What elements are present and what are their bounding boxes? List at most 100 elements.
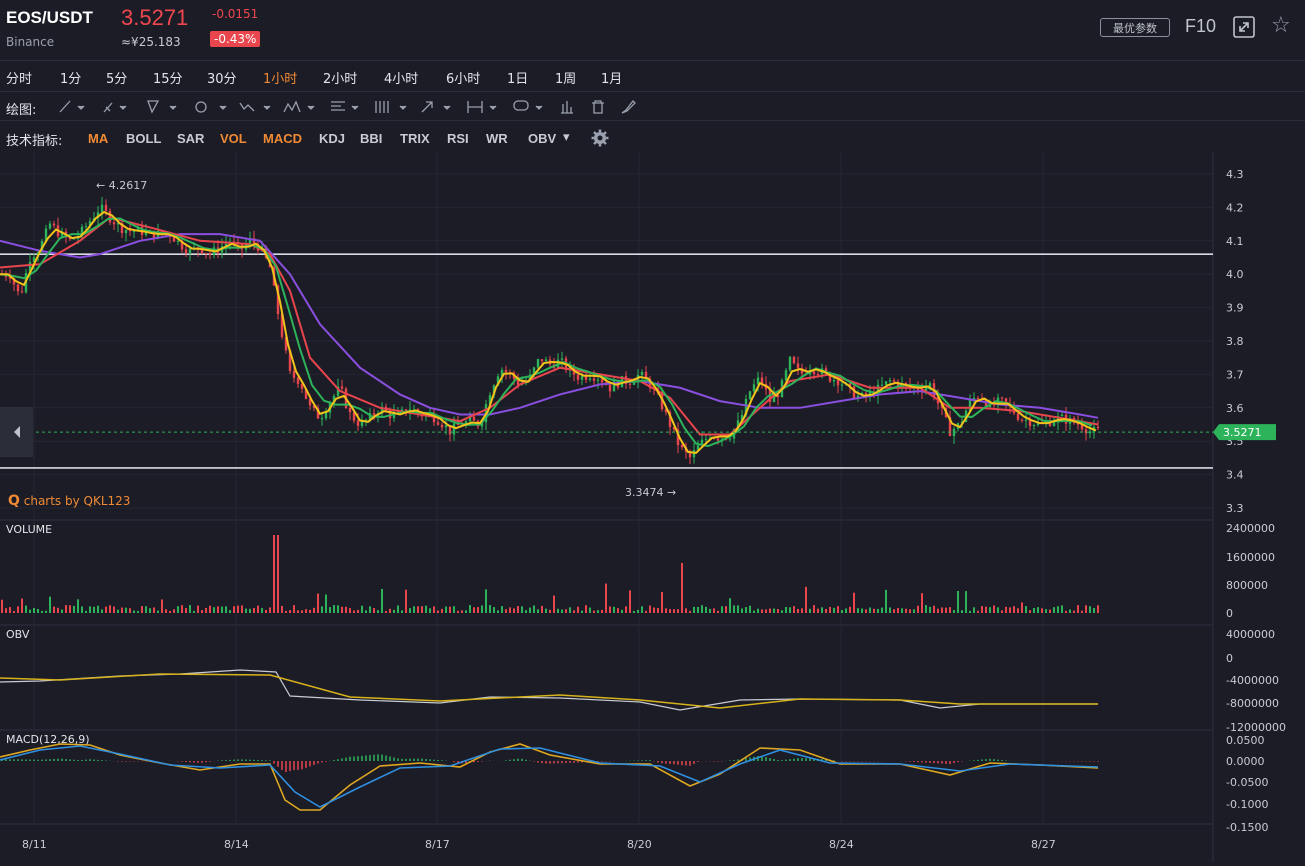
volume-bar (89, 606, 91, 613)
volume-bar (165, 609, 167, 613)
volume-bar (1013, 606, 1015, 613)
tab-timeframe-6h[interactable]: 6小时 (446, 68, 480, 87)
expand-icon[interactable] (1233, 16, 1255, 38)
indicator-rsi[interactable]: RSI (447, 131, 469, 146)
tab-timeframe-fenshi[interactable]: 分时 (6, 68, 32, 87)
volume-bar (93, 606, 95, 613)
tab-timeframe-15m[interactable]: 15分 (153, 68, 183, 87)
tab-timeframe-5m[interactable]: 5分 (106, 68, 127, 87)
indicator-trix[interactable]: TRIX (400, 131, 430, 146)
volume-bar (801, 608, 803, 613)
volume-bar (329, 607, 331, 613)
tab-timeframe-1d[interactable]: 1日 (507, 68, 528, 87)
indicator-more-dropdown[interactable]: ▾ (563, 129, 570, 145)
volume-bar (713, 608, 715, 613)
macd-dif-line (0, 743, 1099, 811)
volume-bar (229, 610, 231, 613)
star-icon[interactable]: ☆ (1271, 13, 1291, 38)
candle-body (888, 380, 892, 382)
volume-bar (565, 609, 567, 613)
volume-bar (173, 609, 175, 613)
volume-bar (301, 610, 303, 613)
volume-bar (781, 610, 783, 613)
obv-tick-label: -4000000 (1226, 674, 1279, 687)
volume-bar (693, 606, 695, 613)
tab-timeframe-30m[interactable]: 30分 (207, 68, 237, 87)
measure-tool-icon[interactable] (467, 101, 497, 113)
volume-bar (281, 605, 283, 613)
volume-bar (909, 609, 911, 613)
price-tick-label: 4.3 (1226, 168, 1244, 181)
volume-tick-label: 1600000 (1226, 551, 1275, 564)
candle-body (324, 412, 328, 419)
volume-bar (709, 608, 711, 613)
collapse-left-button[interactable] (0, 407, 33, 457)
volume-bar (45, 610, 47, 613)
indicator-ma[interactable]: MA (88, 131, 108, 146)
settings-gear-icon[interactable] (591, 129, 609, 147)
indicator-kdj[interactable]: KDJ (319, 131, 345, 146)
volume-bar (609, 606, 611, 613)
candle-body (348, 407, 352, 413)
tab-timeframe-1mo[interactable]: 1月 (601, 68, 622, 87)
volume-bar (405, 589, 407, 613)
volume-bar (697, 606, 699, 613)
position-tool-icon[interactable] (283, 100, 315, 113)
candle-body (972, 398, 976, 400)
tab-timeframe-1w[interactable]: 1周 (555, 68, 576, 87)
candle-body (608, 384, 612, 392)
candle-body (816, 374, 820, 376)
volume-bar (481, 605, 483, 613)
indicator-wr[interactable]: WR (486, 131, 508, 146)
indicator-boll[interactable]: BOLL (126, 131, 161, 146)
volume-bar (985, 606, 987, 613)
gann-tool-icon[interactable] (375, 101, 407, 113)
fork-tool-icon[interactable] (147, 100, 177, 114)
volume-bar (1061, 605, 1063, 613)
best-params-button[interactable]: 最优参数 (1100, 18, 1170, 37)
volume-bar (725, 606, 727, 613)
fib-tool-icon[interactable] (331, 101, 359, 111)
tab-timeframe-4h[interactable]: 4小时 (384, 68, 418, 87)
brush-icon[interactable] (621, 100, 636, 114)
price-tick-label: 3.4 (1226, 469, 1244, 482)
tab-timeframe-2h[interactable]: 2小时 (323, 68, 357, 87)
indicator-bbi[interactable]: BBI (360, 131, 382, 146)
chart-area[interactable]: 4.3 4.2 4.1 4.0 3.9 3.8 3.7 3.6 3.5 3.4 3.3 3.5271 ←… (0, 152, 1305, 862)
volume-bar (993, 605, 995, 613)
tab-timeframe-1h[interactable]: 1小时 (263, 68, 297, 87)
tab-timeframe-1m[interactable]: 1分 (60, 68, 81, 87)
trash-icon[interactable] (592, 100, 604, 114)
watermark-text: charts by QKL123 (23, 494, 131, 508)
shape-tool-icon[interactable] (195, 101, 227, 113)
price-tick-label: 3.9 (1226, 302, 1244, 315)
line-tool-icon[interactable] (59, 100, 85, 113)
volume-bar (273, 535, 275, 613)
volume-bar (889, 607, 891, 613)
volume-bar (357, 609, 359, 613)
volume-bar (373, 608, 375, 613)
volume-bar (129, 608, 131, 613)
volume-bar (753, 610, 755, 613)
volume-bar (5, 608, 7, 613)
bar-tool-icon[interactable] (561, 101, 573, 114)
volume-bar (1009, 607, 1011, 613)
candle-body (132, 231, 136, 233)
pattern-tool-icon[interactable] (239, 102, 271, 112)
volume-bar (617, 608, 619, 613)
volume-bar (849, 606, 851, 613)
arrow-tool-icon[interactable] (421, 101, 451, 113)
price-chart-svg[interactable]: 4.34.24.14.03.93.83.73.63.53.43.33.5271←… (0, 152, 1305, 862)
volume-bar (1001, 610, 1003, 613)
comment-tool-icon[interactable] (513, 100, 543, 111)
volume-bar (741, 608, 743, 613)
indicator-macd[interactable]: MACD (263, 131, 302, 146)
volume-tick-label: 2400000 (1226, 522, 1275, 535)
f10-button[interactable]: F10 (1185, 16, 1216, 37)
indicator-obv[interactable]: OBV (528, 131, 556, 146)
candle-body (884, 381, 888, 385)
volume-bar (149, 608, 151, 613)
indicator-vol[interactable]: VOL (220, 131, 247, 146)
indicator-sar[interactable]: SAR (177, 131, 204, 146)
pencil-tool-icon[interactable] (103, 102, 127, 113)
